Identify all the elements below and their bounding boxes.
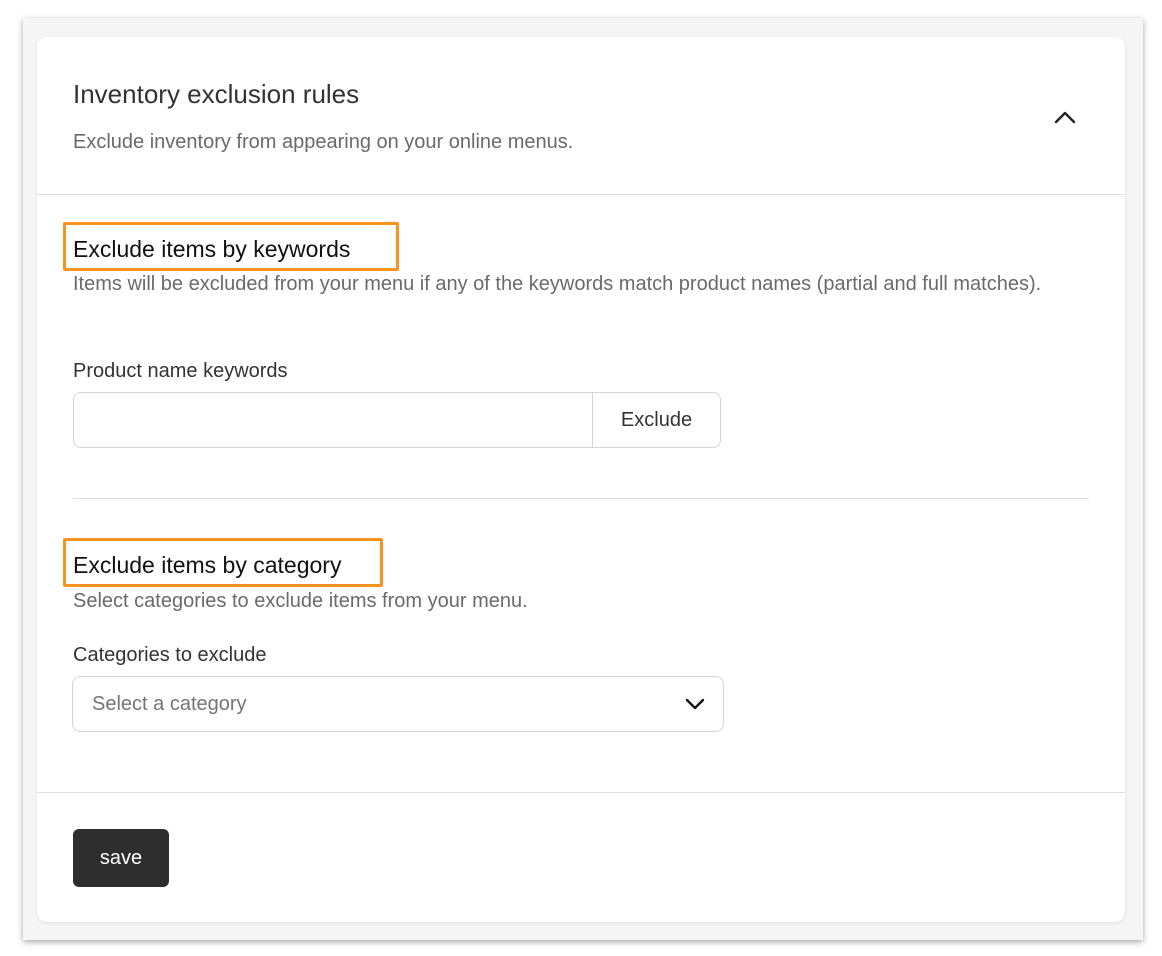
card-subtitle: Exclude inventory from appearing on your… — [73, 131, 574, 153]
collapse-button[interactable] — [1047, 99, 1083, 135]
product-keywords-label: Product name keywords — [73, 360, 288, 382]
categories-exclude-label: Categories to exclude — [73, 644, 267, 666]
inventory-exclusion-card: Inventory exclusion rules Exclude invent… — [37, 37, 1125, 922]
keywords-section-description: Items will be excluded from your menu if… — [73, 273, 1042, 295]
category-section-title: Exclude items by category — [73, 552, 342, 578]
chevron-up-icon — [1054, 111, 1076, 124]
category-select-placeholder: Select a category — [92, 692, 247, 715]
screenshot-frame: Inventory exclusion rules Exclude invent… — [23, 18, 1143, 940]
keyword-input-group: Exclude — [73, 392, 721, 448]
section-divider — [73, 498, 1089, 499]
category-select[interactable]: Select a category — [72, 676, 724, 732]
save-button[interactable]: save — [73, 829, 169, 887]
card-header: Inventory exclusion rules Exclude invent… — [37, 37, 1125, 195]
keywords-section-title: Exclude items by keywords — [73, 236, 351, 262]
category-section-description: Select categories to exclude items from … — [73, 590, 528, 612]
product-keywords-input[interactable] — [74, 393, 592, 447]
chevron-down-icon — [685, 698, 705, 710]
exclude-button[interactable]: Exclude — [592, 393, 720, 447]
card-title: Inventory exclusion rules — [73, 79, 360, 109]
footer-divider — [37, 792, 1125, 793]
